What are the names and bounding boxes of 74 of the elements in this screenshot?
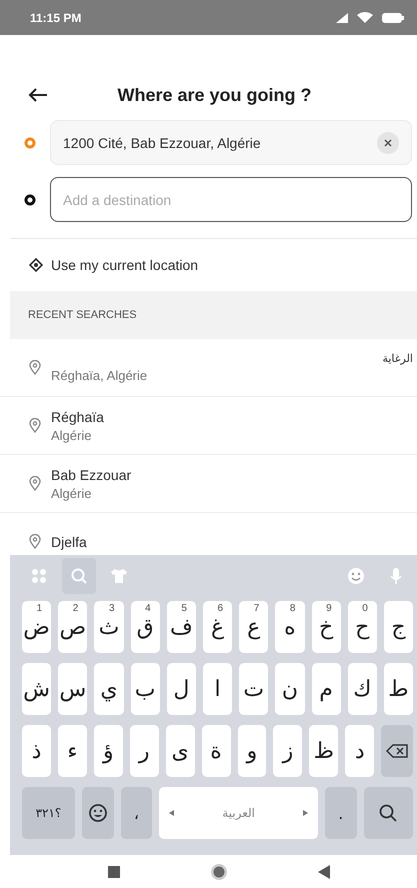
keyboard-key[interactable]: ب [130,663,160,715]
recent-search-item[interactable]: Réghaïa Algérie [0,397,417,455]
battery-icon [381,12,405,24]
left-caret-icon [169,810,174,816]
wifi-icon [357,12,373,24]
place-name: Bab Ezzouar [51,466,132,482]
keyboard-key[interactable]: ا [202,663,232,715]
status-time: 11:15 PM [30,10,82,24]
keyboard-key[interactable]: ش [22,663,52,715]
key-hint: 5 [181,603,187,614]
space-key[interactable]: العربية [159,787,318,839]
key-hint: 9 [326,603,332,614]
key-hint: 7 [254,603,260,614]
clear-icon[interactable] [377,132,399,154]
keyboard-key[interactable]: م [312,663,341,715]
backspace-icon [386,744,408,758]
key-hint: 2 [72,603,78,614]
back-arrow-icon[interactable] [28,87,48,103]
destination-dot-icon [24,194,36,206]
key-hint: 3 [108,603,115,614]
key-hint: 6 [218,603,224,614]
place-name: Djelfa [51,534,87,550]
key-hint: 8 [290,603,296,614]
key-hint: 4 [145,603,151,614]
origin-field[interactable]: 1200 Cité, Bab Ezzouar, Algérie [50,120,412,165]
place-region: Réghaïa, Algérie [51,368,148,383]
recent-search-item[interactable]: Bab Ezzouar Algérie [0,455,417,513]
search-key[interactable] [364,787,413,839]
keyboard-key[interactable]: ج [384,601,414,653]
period-key[interactable]: . [324,787,357,839]
pin-icon [29,418,41,433]
emoji-icon [88,803,108,823]
section-header: RECENT SEARCHES [10,291,417,339]
place-region: Algérie [51,428,92,442]
key-hint: 0 [362,603,368,614]
page-title: Where are you going ? [116,84,313,106]
keyboard-key[interactable]: ؤ [94,725,123,777]
pin-icon [29,360,41,375]
keyboard-key[interactable]: ك [348,663,377,715]
keyboard-key[interactable]: د [345,725,374,777]
keyboard-key[interactable]: ل [166,663,196,715]
destination-field[interactable]: Add a destination [50,177,412,222]
keyboard-key[interactable]: ة [202,725,231,777]
pin-icon [29,534,41,549]
back-icon[interactable] [318,864,330,878]
keyboard-key[interactable]: س [58,663,88,715]
recents-icon[interactable] [108,866,120,878]
search-icon [378,803,398,823]
keyboard-key[interactable]: ر [130,725,159,777]
origin-dot-icon [24,136,36,148]
comma-key[interactable]: ، [120,787,152,839]
backspace-key[interactable] [381,725,414,777]
keyboard-key[interactable]: ى [166,725,195,777]
keyboard-key[interactable]: ء [58,725,87,777]
keyboard-key[interactable]: ظ [309,725,338,777]
signal-icon [335,12,349,24]
home-icon[interactable] [210,862,228,880]
place-region: Algérie [51,486,92,500]
keyboard-key[interactable]: ي [94,663,124,715]
keyboard-key[interactable]: ذ [22,725,51,777]
keyboard-key[interactable]: و [238,725,266,777]
key-hint: 1 [36,603,42,614]
place-name: Réghaïa [51,408,104,424]
keyboard-key[interactable]: ت [239,663,268,715]
emoji-key[interactable] [82,787,114,839]
place-name: الرغاية [382,352,414,365]
keyboard-key[interactable]: ط [384,663,414,715]
locate-icon [29,258,43,272]
keyboard-key[interactable]: ز [273,725,302,777]
symbols-key[interactable]: ؟٣٢١ [22,787,75,839]
current-location-link[interactable]: Use my current location [51,257,198,273]
keyboard-key[interactable]: ن [275,663,304,715]
pin-icon [29,476,41,491]
right-caret-icon [302,810,308,816]
